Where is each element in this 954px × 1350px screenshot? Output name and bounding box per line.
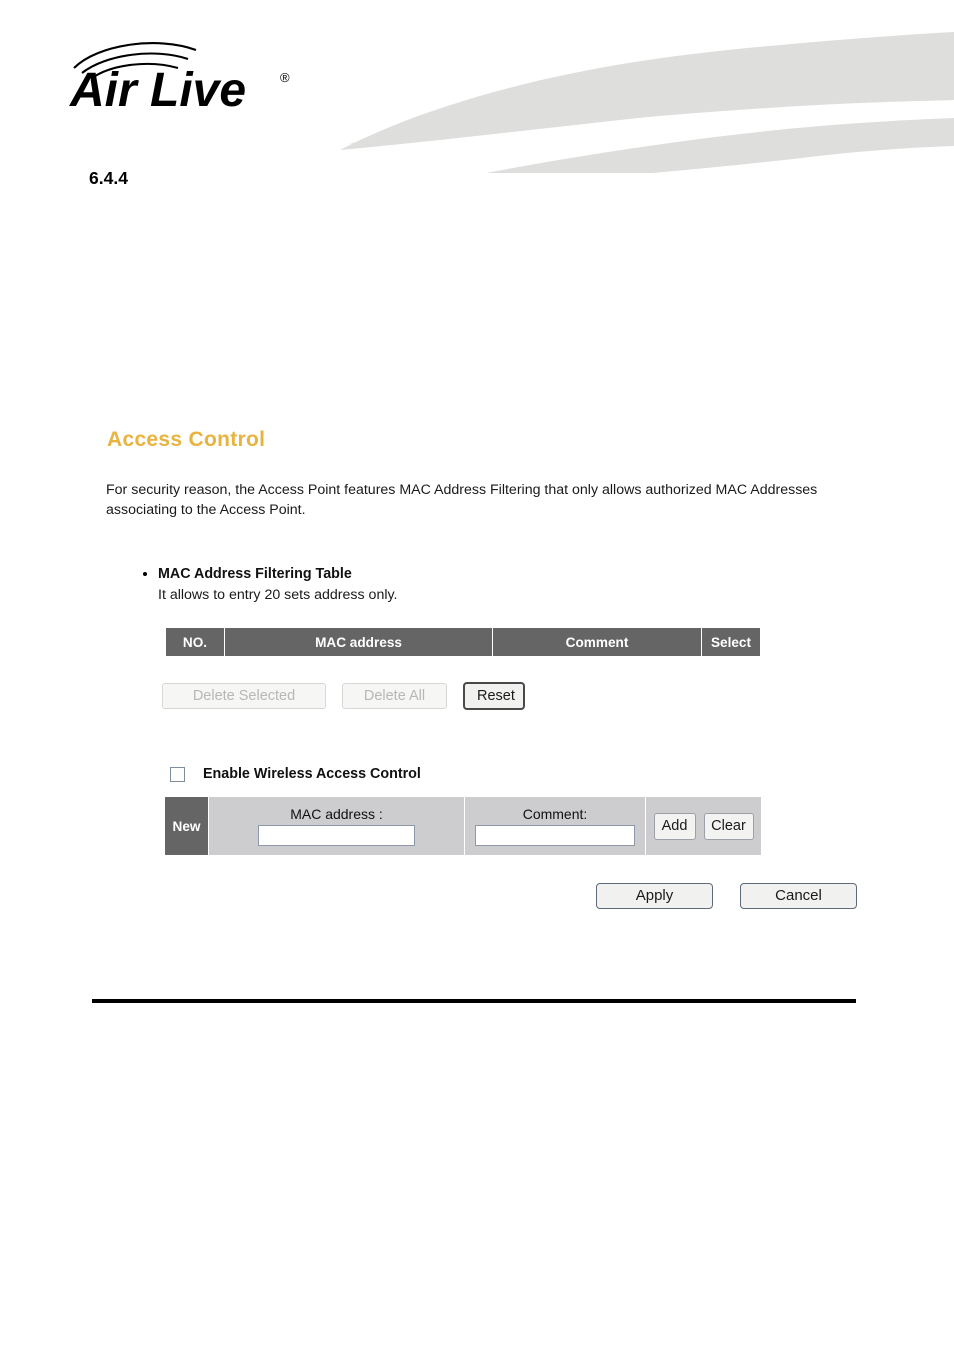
comment-input[interactable] xyxy=(475,825,635,846)
add-button[interactable]: Add xyxy=(653,812,696,840)
page-title: Access Control xyxy=(107,428,266,451)
clear-button[interactable]: Clear xyxy=(703,812,754,840)
panel-description: For security reason, the Access Point fe… xyxy=(106,482,818,518)
delete-selected-button[interactable]: Delete Selected xyxy=(162,683,326,709)
list-item: MAC Address Filtering Table It allows to… xyxy=(158,565,840,605)
new-entry-row: New MAC address : Comment: Add Clear xyxy=(165,797,761,855)
column-header-select: Select xyxy=(702,628,760,656)
new-entry-comment-label: Comment: xyxy=(522,806,588,822)
enable-wireless-access-control-checkbox[interactable] xyxy=(170,766,185,782)
new-entry-comment-cell: Comment: xyxy=(465,797,645,855)
enable-wireless-access-control-label: Enable Wireless Access Control xyxy=(203,766,421,782)
reset-button[interactable]: Reset xyxy=(463,682,525,710)
mac-address-filtering-table: NO. MAC address Comment Select xyxy=(165,628,761,656)
column-header-mac-address: MAC address xyxy=(225,628,492,656)
new-entry-mac-cell: MAC address : xyxy=(209,797,464,855)
new-entry-mac-label: MAC address : xyxy=(290,806,383,822)
new-entry-label: New xyxy=(165,797,208,855)
mac-address-input[interactable] xyxy=(258,825,415,846)
delete-all-button[interactable]: Delete All xyxy=(342,683,447,709)
mac-filter-table-subtext: It allows to entry 20 sets address only. xyxy=(158,587,398,603)
footer-divider xyxy=(92,999,856,1003)
table-header-row: NO. MAC address Comment Select xyxy=(166,628,760,656)
cancel-button[interactable]: Cancel xyxy=(740,883,857,909)
form-actions-toolbar: Apply Cancel xyxy=(596,883,857,909)
new-entry-actions-cell: Add Clear xyxy=(646,797,761,855)
apply-button[interactable]: Apply xyxy=(596,883,713,909)
mac-filter-table-block: MAC Address Filtering Table It allows to… xyxy=(140,565,840,605)
column-header-no: NO. xyxy=(166,628,224,656)
enable-wireless-access-control-row[interactable]: Enable Wireless Access Control xyxy=(170,766,421,782)
table-actions-toolbar: Delete Selected Delete All Reset xyxy=(162,682,525,710)
mac-filter-table-heading: MAC Address Filtering Table xyxy=(158,566,352,582)
column-header-comment: Comment xyxy=(493,628,701,656)
access-control-panel: Access Control For security reason, the … xyxy=(0,0,954,1350)
